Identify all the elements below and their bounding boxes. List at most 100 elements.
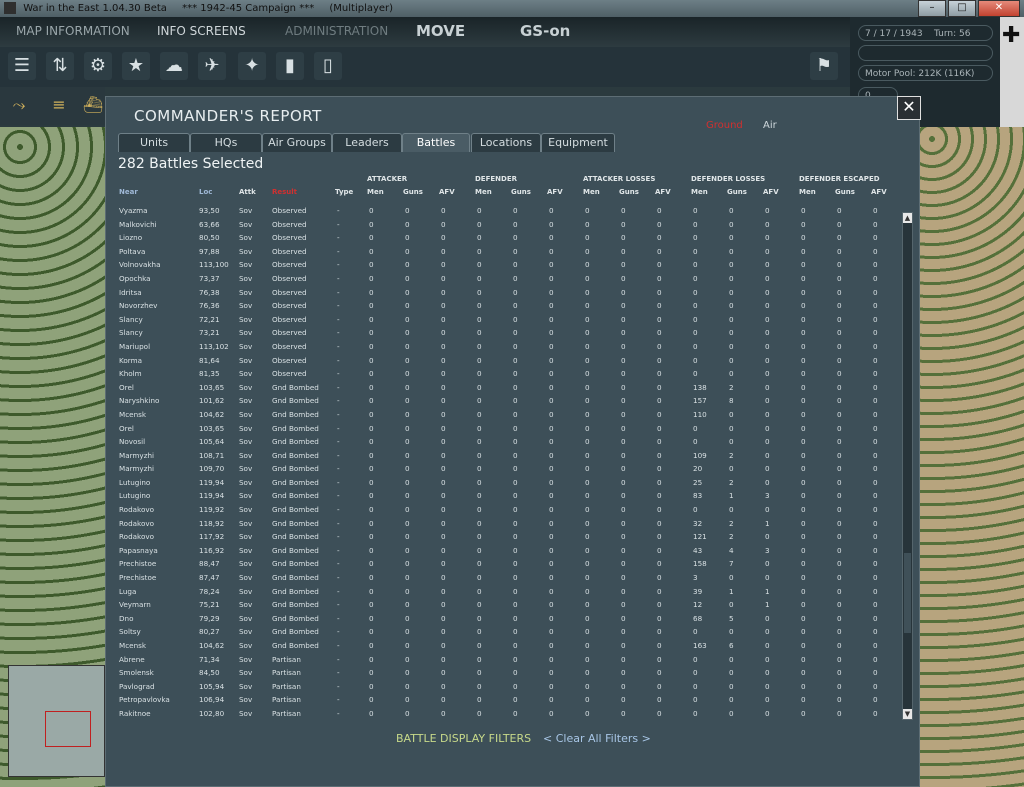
menu-map-information[interactable]: MAP INFORMATION xyxy=(16,24,130,38)
table-row[interactable]: Orel 103,65 Sov Gnd Bombed - 0 0 0 0 0 0 0 0 0 138 2 0 0 0… xyxy=(106,382,901,396)
gear-icon[interactable]: ⚙ xyxy=(84,52,112,80)
filter-ground[interactable]: Ground xyxy=(706,120,743,131)
col-dese-guns[interactable]: Guns xyxy=(835,188,855,196)
table-row[interactable]: Liozno 80,50 Sov Observed - 0 0 0 0 0 0 0 0 0 0 0 0 0 0 0 xyxy=(106,232,901,246)
tab-battles[interactable]: Battles xyxy=(402,133,470,152)
table-row[interactable]: Idritsa 76,38 Sov Observed - 0 0 0 0 0 0 0 0 0 0 0 0 0 0 0 xyxy=(106,287,901,301)
table-row[interactable]: Petropavlovka 106,94 Sov Partisan - 0 0 0 0 0 0 0 0 0… xyxy=(106,694,901,708)
table-row[interactable]: Marmyzhi 109,70 Sov Gnd Bombed - 0 0 0 0 0 0 0 0 0 20 0… xyxy=(106,463,901,477)
table-row[interactable]: Abrene 71,34 Sov Partisan - 0 0 0 0 0 0 0 0 0 0 0 0 0 0 0 xyxy=(106,654,901,668)
table-row[interactable]: Korma 81,64 Sov Observed - 0 0 0 0 0 0 0 0 0 0 0 0 0 0 0 xyxy=(106,355,901,369)
table-scrollbar[interactable]: ▲ ▼ xyxy=(902,212,913,720)
close-icon[interactable]: ✕ xyxy=(897,96,921,120)
table-row[interactable]: Novorzhev 76,36 Sov Observed - 0 0 0 0 0 0 0 0 0 0 0 0 0 0… xyxy=(106,300,901,314)
table-row[interactable]: Dno 79,29 Sov Gnd Bombed - 0 0 0 0 0 0 0 0 0 68 5 0 0 0 0 xyxy=(106,613,901,627)
col-def-guns[interactable]: Guns xyxy=(511,188,531,196)
ship-icon[interactable]: ⛴ xyxy=(80,92,106,118)
table-row[interactable]: Volnovakha 113,100 Sov Observed - 0 0 0 0 0 0 0 0 0 0 0… xyxy=(106,259,901,273)
table-row[interactable]: Naryshkino 101,62 Sov Gnd Bombed - 0 0 0 0 0 0 0 0 0 1… xyxy=(106,395,901,409)
menu-administration[interactable]: ADMINISTRATION xyxy=(285,24,388,38)
tab-equipment[interactable]: Equipment xyxy=(541,133,615,152)
weather-icon[interactable]: ☁ xyxy=(160,52,188,80)
table-row[interactable]: Slancy 73,21 Sov Observed - 0 0 0 0 0 0 0 0 0 0 0 0 0 0 0 xyxy=(106,327,901,341)
col-near[interactable]: Near xyxy=(119,188,138,196)
supply-icon[interactable]: ▯ xyxy=(314,52,342,80)
road-icon[interactable]: ⤳ xyxy=(6,92,32,118)
table-row[interactable]: Papasnaya 116,92 Sov Gnd Bombed -0 0 0 0 0 0 0 0 0 43… xyxy=(106,545,901,559)
col-defl-afv[interactable]: AFV xyxy=(763,188,779,196)
star-icon[interactable]: ★ xyxy=(122,52,150,80)
scroll-up-icon[interactable]: ▲ xyxy=(903,213,912,223)
rail-icon[interactable]: ≡ xyxy=(46,92,72,118)
table-row[interactable]: Rodakovo 117,92 Sov Gnd Bombed - 0 0 0 0 0 0 0 0 0 121… xyxy=(106,531,901,545)
col-att-guns[interactable]: Guns xyxy=(403,188,423,196)
col-def-men[interactable]: Men xyxy=(475,188,492,196)
scroll-down-icon[interactable]: ▼ xyxy=(903,709,912,719)
table-row[interactable]: Rodakovo 119,92 Sov Gnd Bombed - 0 0 0 0 0 0 0 0 0 0 0 0… xyxy=(106,504,901,518)
cell-dese-men: 0 xyxy=(801,341,806,351)
map-right[interactable] xyxy=(920,127,1024,787)
table-row[interactable]: Rodakovo 118,92 Sov Gnd Bombed - 0 0 0 0 0 0 0 0 0 32 2… xyxy=(106,518,901,532)
col-dese-men[interactable]: Men xyxy=(799,188,816,196)
col-type[interactable]: Type xyxy=(335,188,353,196)
table-row[interactable]: Pavlograd 105,94 Sov Partisan - 0 0 0 0 0 0 0 0 0 0 0 0 0… xyxy=(106,681,901,695)
col-att-afv[interactable]: AFV xyxy=(439,188,455,196)
table-row[interactable]: Veymarn 75,21 Sov Gnd Bombed - 0 0 0 0 0 0 0 0 0 12 0 1 0… xyxy=(106,599,901,613)
table-row[interactable]: Slancy 72,21 Sov Observed - 0 0 0 0 0 0 0 0 0 0 0 0 0 0 0 xyxy=(106,314,901,328)
table-row[interactable]: Vyazma 93,50 Sov Observed - 0 0 0 0 0 0 0 0 0 0 0 0 0 0 0 xyxy=(106,205,901,219)
layers-icon[interactable]: ☰ xyxy=(8,52,36,80)
minimize-button[interactable]: – xyxy=(918,0,946,17)
menu-info-screens[interactable]: INFO SCREENS xyxy=(157,24,246,38)
col-defl-men[interactable]: Men xyxy=(691,188,708,196)
tab-hqs[interactable]: HQs xyxy=(190,133,262,152)
table-row[interactable]: Mcensk 104,62 Sov Gnd Bombed - 0 0 0 0 0 0 0 0 0 163 6 0… xyxy=(106,640,901,654)
col-attk[interactable]: Attk xyxy=(239,188,256,196)
col-dese-afv[interactable]: AFV xyxy=(871,188,887,196)
aircraft-icon[interactable]: ✈ xyxy=(198,52,226,80)
bomb-icon[interactable]: ✦ xyxy=(238,52,266,80)
table-row[interactable]: Lutugino 119,94 Sov Gnd Bombed - 0 0 0 0 0 0 0 0 0 83 1… xyxy=(106,490,901,504)
table-row[interactable]: Prechistoe 88,47 Sov Gnd Bombed - 0 0 0 0 0 0 0 0 0 15… xyxy=(106,558,901,572)
table-row[interactable]: Rakitnoe 102,80 Sov Partisan - 0 0 0 0 0 0 0 0 0 0 0 0 0 0… xyxy=(106,708,901,722)
table-row[interactable]: Smolensk 84,50 Sov Partisan - 0 0 0 0 0 0 0 0 0 0 0 0 0 0 0 xyxy=(106,667,901,681)
table-row[interactable]: Poltava 97,88 Sov Observed - 0 0 0 0 0 0 0 0 0 0 0 0 0 0 0 xyxy=(106,246,901,260)
col-result[interactable]: Result xyxy=(272,188,297,196)
clear-all-filters-link[interactable]: < Clear All Filters > xyxy=(543,732,651,745)
col-defl-guns[interactable]: Guns xyxy=(727,188,747,196)
menu-move[interactable]: MOVE xyxy=(416,22,465,40)
minimap-viewport[interactable] xyxy=(45,711,91,747)
tab-units[interactable]: Units xyxy=(118,133,190,152)
tab-locations[interactable]: Locations xyxy=(471,133,541,152)
table-row[interactable]: Lutugino 119,94 Sov Gnd Bombed - 0 0 0 0 0 0 0 0 0 25 2… xyxy=(106,477,901,491)
minimap[interactable] xyxy=(8,665,105,777)
table-row[interactable]: Luga 78,24 Sov Gnd Bombed - 0 0 0 0 0 0 0 0 0 39 1 1 0 0 0 xyxy=(106,586,901,600)
scroll-thumb[interactable] xyxy=(904,553,911,633)
flag-icon[interactable]: ⚑ xyxy=(810,52,838,80)
table-row[interactable]: Marmyzhi 108,71 Sov Gnd Bombed - 0 0 0 0 0 0 0 0 0 109… xyxy=(106,450,901,464)
table-row[interactable]: Soltsy 80,27 Sov Gnd Bombed - 0 0 0 0 0 0 0 0 0 0 0 0 0 0 0 xyxy=(106,626,901,640)
col-attl-guns[interactable]: Guns xyxy=(619,188,639,196)
col-attl-afv[interactable]: AFV xyxy=(655,188,671,196)
table-row[interactable]: Novosil 105,64 Sov Gnd Bombed - 0 0 0 0 0 0 0 0 0 0 0 0 0… xyxy=(106,436,901,450)
tab-leaders[interactable]: Leaders xyxy=(332,133,402,152)
table-row[interactable]: Orel 103,65 Sov Gnd Bombed - 0 0 0 0 0 0 0 0 0 0 0 0 0 0 0 xyxy=(106,423,901,437)
fuel-can-icon[interactable]: ▮ xyxy=(276,52,304,80)
tab-air-groups[interactable]: Air Groups xyxy=(262,133,332,152)
table-row[interactable]: Mcensk 104,62 Sov Gnd Bombed - 0 0 0 0 0 0 0 0 0 110 0 0… xyxy=(106,409,901,423)
sliders-icon[interactable]: ⇅ xyxy=(46,52,74,80)
window-close-button[interactable]: ✕ xyxy=(978,0,1020,17)
battle-display-filters-button[interactable]: BATTLE DISPLAY FILTERS xyxy=(396,732,531,745)
col-loc[interactable]: Loc xyxy=(199,188,212,196)
table-row[interactable]: Malkovichi 63,66 Sov Observed - 0 0 0 0 0 0 0 0 0 0 0 0 0… xyxy=(106,219,901,233)
table-row[interactable]: Kholm 81,35 Sov Observed - 0 0 0 0 0 0 0 0 0 0 0 0 0 0 0 xyxy=(106,368,901,382)
col-attl-men[interactable]: Men xyxy=(583,188,600,196)
table-row[interactable]: Prechistoe 87,47 Sov Gnd Bombed - 0 0 0 0 0 0 0 0 0 3 0… xyxy=(106,572,901,586)
table-row[interactable]: Mariupol 113,102 Sov Observed - 0 0 0 0 0 0 0 0 0 0 0 0 0… xyxy=(106,341,901,355)
filter-air[interactable]: Air xyxy=(763,120,777,131)
table-row[interactable]: Opochka 73,37 Sov Observed - 0 0 0 0 0 0 0 0 0 0 0 0 0 0 0 xyxy=(106,273,901,287)
col-att-men[interactable]: Men xyxy=(367,188,384,196)
col-def-afv[interactable]: AFV xyxy=(547,188,563,196)
cell-attk: Sov xyxy=(239,559,253,569)
menu-gs[interactable]: GS-on xyxy=(520,22,570,40)
maximize-button[interactable]: □ xyxy=(948,0,976,17)
